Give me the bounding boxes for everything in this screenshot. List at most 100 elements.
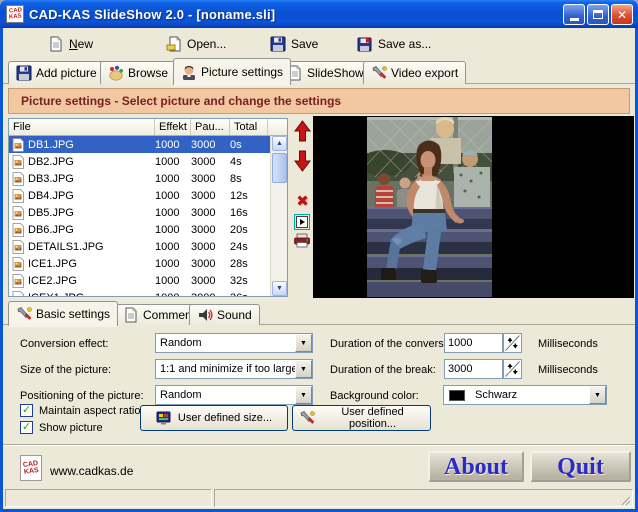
section-banner: Picture settings - Select picture and ch… [8,88,630,114]
positioning-value: Random [156,389,295,401]
table-row[interactable]: DETAILS1.JPG 1000 3000 24s [9,238,287,255]
user-defined-position-button[interactable]: User defined position... [292,405,431,431]
table-row[interactable]: DB3.JPG 1000 3000 8s [9,170,287,187]
table-row[interactable]: DB5.JPG 1000 3000 16s [9,204,287,221]
table-row[interactable]: DB6.JPG 1000 3000 20s [9,221,287,238]
tab-add-picture[interactable]: Add picture [8,61,105,84]
maintain-aspect-ratio-checkbox[interactable]: ✓ Maintain aspect ratio [20,404,141,417]
tab-slideshow[interactable]: SlideShow [279,61,372,84]
preview-panel [313,116,634,298]
cell-file: DB4.JPG [28,190,74,202]
cell-effekt: 1000 [155,258,191,270]
tab-browse-label: Browse [128,66,168,80]
cell-effekt: 1000 [155,139,191,151]
scrollbar-thumb[interactable] [272,153,287,183]
cell-effekt: 1000 [155,190,191,202]
tab-sound[interactable]: Sound [189,304,260,325]
tab-basic-settings[interactable]: Basic settings [8,301,118,326]
cell-total: 28s [230,258,268,270]
conversion-effect-label: Conversion effect: [20,338,108,350]
cell-file: DB6.JPG [28,224,74,236]
cell-total: 32s [230,275,268,287]
minimize-button[interactable] [563,4,585,25]
picture-list[interactable]: File Effekt Pau... Total DB1.JPG 1000 30… [8,118,288,297]
open-button[interactable]: Open... [166,33,226,55]
chevron-down-icon[interactable]: ▼ [295,334,312,352]
move-up-button[interactable] [294,120,311,142]
save-button[interactable]: Save [270,33,318,55]
duration-break-spinner[interactable] [503,359,522,379]
cell-pause: 3000 [191,292,230,298]
main-tab-strip: Add picture Browse Picture settings Slid… [3,58,635,84]
monitor-icon [156,410,172,426]
cell-file: ICEX1.JPG [28,292,84,298]
milliseconds-label: Milliseconds [538,364,598,376]
print-button[interactable] [293,233,311,248]
close-button[interactable]: ✕ [611,4,633,25]
column-header-total[interactable]: Total [230,119,268,135]
tab-picture-settings[interactable]: Picture settings [173,58,291,85]
column-header-pause[interactable]: Pau... [191,119,230,135]
table-row[interactable]: DB2.JPG 1000 3000 4s [9,153,287,170]
cell-file: DB5.JPG [28,207,74,219]
user-defined-size-button[interactable]: User defined size... [140,405,288,431]
table-row[interactable]: ICE2.JPG 1000 3000 32s [9,272,287,289]
cell-total: 8s [230,173,268,185]
tab-basic-settings-label: Basic settings [36,307,110,321]
tab-video-export[interactable]: Video export [363,61,466,84]
scrollbar-down-icon[interactable]: ▼ [272,281,287,296]
play-button[interactable] [294,214,310,230]
new-button-label: New [69,37,93,51]
banner-text: Picture settings - Select picture and ch… [21,94,341,108]
website-link[interactable]: www.cadkas.de [50,464,133,478]
scrollbar-up-icon[interactable]: ▲ [272,136,287,151]
tab-sound-label: Sound [217,308,252,322]
cell-file: DB3.JPG [28,173,74,185]
table-row[interactable]: ICE1.JPG 1000 3000 28s [9,255,287,272]
show-picture-checkbox[interactable]: ✓ Show picture [20,421,103,434]
move-down-button[interactable] [294,150,311,172]
tab-video-export-label: Video export [391,66,458,80]
picture-size-label: Size of the picture: [20,364,111,376]
table-row[interactable]: DB4.JPG 1000 3000 12s [9,187,287,204]
image-file-icon [12,240,24,254]
positioning-label: Positioning of the picture: [20,390,144,402]
tab-add-picture-label: Add picture [36,66,97,80]
tab-comment-label: Comment [143,308,195,322]
chevron-down-icon[interactable]: ▼ [589,386,606,404]
title-bar[interactable]: CADKAS CAD-KAS SlideShow 2.0 - [noname.s… [0,0,638,28]
background-color-select[interactable]: Schwarz ▼ [443,385,607,405]
cell-pause: 3000 [191,258,230,270]
table-row[interactable]: ICEX1.JPG 1000 3000 36s [9,289,287,297]
chevron-down-icon[interactable]: ▼ [295,386,312,404]
picture-size-select[interactable]: 1:1 and minimize if too large ▼ [155,359,313,379]
save-as-button[interactable]: Save as... [357,33,431,55]
resize-grip[interactable] [620,494,633,507]
image-file-icon [12,223,24,237]
cell-total: 12s [230,190,268,202]
new-button[interactable]: New [48,33,93,55]
about-button[interactable]: About [428,451,524,482]
image-file-icon [12,155,24,169]
duration-break-input[interactable] [444,359,503,379]
chevron-down-icon[interactable]: ▼ [295,360,312,378]
cell-total: 4s [230,156,268,168]
tab-browse[interactable]: Browse [100,61,176,84]
positioning-select[interactable]: Random ▼ [155,385,313,405]
column-header-effekt[interactable]: Effekt [155,119,191,135]
conversion-effect-select[interactable]: Random ▼ [155,333,313,353]
duration-conversion-input[interactable] [444,333,503,353]
delete-picture-button[interactable]: ✖ [294,192,311,210]
divider [3,444,635,446]
tab-picture-settings-label: Picture settings [201,65,283,79]
table-row[interactable]: DB1.JPG 1000 3000 0s [9,136,287,153]
cadkas-logo: CADKAS [20,455,42,481]
image-file-icon [12,138,24,152]
column-header-file[interactable]: File [9,119,155,135]
duration-conversion-spinner[interactable] [503,333,522,353]
list-scrollbar[interactable]: ▲ ▼ [270,136,287,296]
cell-file: ICE2.JPG [28,275,77,287]
cell-effekt: 1000 [155,207,191,219]
maximize-button[interactable] [587,4,609,25]
quit-button[interactable]: Quit [530,451,631,482]
